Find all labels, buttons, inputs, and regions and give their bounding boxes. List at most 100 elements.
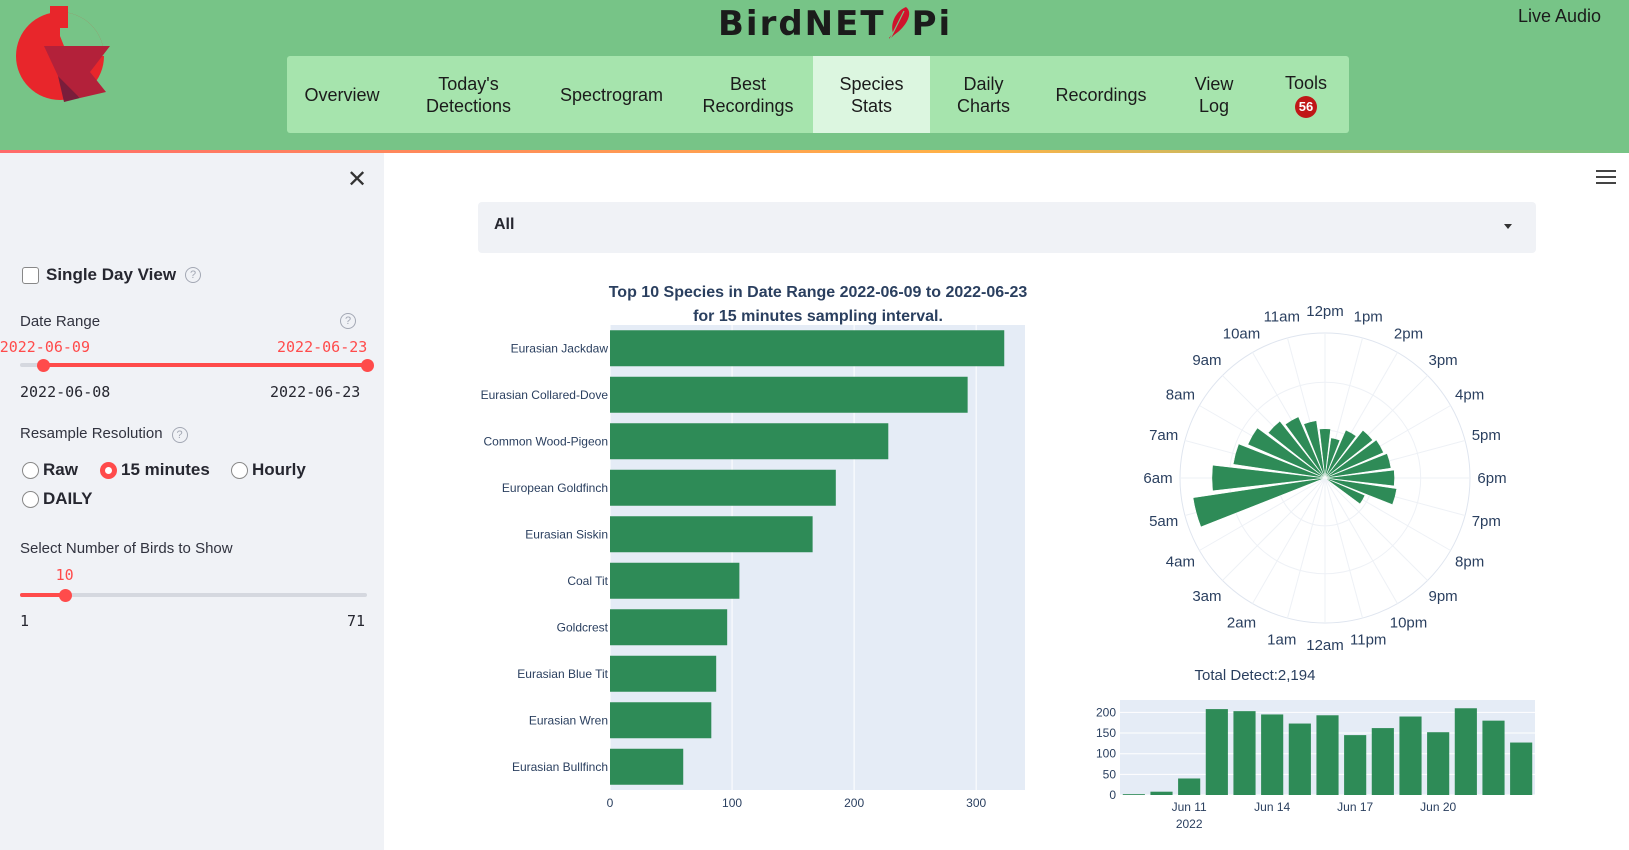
date-start-selected-text: 2022-06-09 xyxy=(0,338,90,356)
angular-label: 8am xyxy=(1166,387,1195,404)
radio-daily[interactable]: DAILY xyxy=(22,489,92,509)
app-title-left: BirdNET xyxy=(718,4,886,44)
bar xyxy=(1288,723,1311,795)
bar xyxy=(610,423,889,460)
birds-handle[interactable] xyxy=(58,589,72,602)
y-tick-label: Common Wood-Pigeon xyxy=(483,434,608,448)
daily-detections-chart: 0 50 100 150 200 Jun 11 Jun 14 Jun 17 Jun 20 2022 xyxy=(1096,700,1535,831)
bar xyxy=(610,516,813,553)
nav-label-text: Species Stats xyxy=(839,73,904,116)
radio-circle[interactable] xyxy=(22,461,39,479)
x-tick-label: 100 xyxy=(722,796,742,810)
main-nav: Overview Today's Detections Spectrogram Bes… xyxy=(287,56,1349,133)
birdnet-logo xyxy=(16,6,110,102)
nav-view-log[interactable]: View Log xyxy=(1165,56,1263,133)
radio-15-minutes[interactable]: 15 minutes xyxy=(100,460,210,480)
radio-circle-selected[interactable] xyxy=(100,461,117,479)
bar xyxy=(610,469,836,506)
date-end-handle[interactable] xyxy=(361,359,374,372)
app-title-right: Pi xyxy=(911,4,953,44)
angular-label: 6am xyxy=(1143,470,1172,487)
date-range-label: Date Range xyxy=(20,313,101,330)
nav-spectrogram[interactable]: Spectrogram xyxy=(540,56,683,133)
resample-help-icon[interactable]: ? xyxy=(171,427,188,443)
radio-circle[interactable] xyxy=(22,490,39,508)
single-day-view-label: Single Day View xyxy=(46,265,177,284)
checkbox-box[interactable] xyxy=(22,266,39,284)
bar xyxy=(1482,720,1505,795)
nav-label: Tools 56 xyxy=(1285,72,1327,118)
nav-today-s-detections[interactable]: Today's Detections xyxy=(397,56,540,133)
y-tick-label: 50 xyxy=(1103,767,1117,781)
single-day-view-checkbox[interactable]: Single Day View ? xyxy=(22,265,202,285)
nav-label-text: View Log xyxy=(1194,73,1234,116)
nav-label-text: Best Recordings xyxy=(702,73,794,116)
y-tick-label: Eurasian Wren xyxy=(529,713,608,727)
birds-track[interactable] xyxy=(20,593,367,597)
radio-hourly[interactable]: Hourly xyxy=(231,460,306,480)
angular-label: 6pm xyxy=(1477,470,1506,487)
help-icon[interactable]: ? xyxy=(185,267,202,283)
angular-label: 10pm xyxy=(1390,615,1428,632)
nav-best-recordings[interactable]: Best Recordings xyxy=(683,56,813,133)
bar xyxy=(1150,791,1173,795)
y-tick-label: 100 xyxy=(1096,747,1116,761)
bar xyxy=(610,702,712,739)
y-tick-label: 200 xyxy=(1096,705,1116,719)
date-range-help-icon[interactable]: ? xyxy=(340,313,356,329)
nav-recordings[interactable]: Recordings xyxy=(1037,56,1165,133)
feather-icon xyxy=(888,7,909,40)
birds-fill xyxy=(20,593,65,597)
angular-label: 2am xyxy=(1227,615,1256,632)
species-select[interactable]: All xyxy=(478,202,1536,253)
bar-chart-title-line1: Top 10 Species in Date Range 2022-06-09 … xyxy=(608,284,1028,301)
date-start-handle[interactable] xyxy=(37,359,51,372)
nav-label-text: Tools xyxy=(1284,72,1328,93)
x-tick-label: Jun 14 xyxy=(1254,800,1290,814)
angular-label: 7am xyxy=(1149,427,1178,444)
radio-circle[interactable] xyxy=(231,461,248,479)
y-tick-label: Eurasian Bullfinch xyxy=(512,760,608,774)
angular-label: 4pm xyxy=(1455,387,1484,404)
bar xyxy=(1122,794,1145,795)
angular-label: 10am xyxy=(1223,325,1261,342)
x-tick-label: 200 xyxy=(844,796,864,810)
angular-label: 9pm xyxy=(1428,588,1457,605)
radio-label: 15 minutes xyxy=(121,460,210,479)
x-tick-label: Jun 20 xyxy=(1420,800,1456,814)
bar xyxy=(1371,728,1394,795)
angular-label: 5pm xyxy=(1472,427,1501,444)
nav-label-text: Today's Detections xyxy=(425,73,512,116)
x-tick-label: Jun 17 xyxy=(1337,800,1373,814)
bar xyxy=(1261,714,1284,795)
y-tick-label: Eurasian Jackdaw xyxy=(511,341,609,355)
angular-label: 11pm xyxy=(1350,631,1386,648)
nav-label-text: Overview xyxy=(304,84,380,105)
date-max-label: 2022-06-23 xyxy=(270,383,361,401)
nav-label: View Log xyxy=(1180,73,1248,117)
angular-label: 11am xyxy=(1264,309,1300,326)
nav-tools[interactable]: Tools 56 xyxy=(1263,56,1349,133)
app-root: BirdNET Pi Live Audio Overview Today's Det… xyxy=(0,0,1629,850)
live-audio-link[interactable]: Live Audio xyxy=(1518,6,1601,27)
y-tick-label: Coal Tit xyxy=(567,574,608,588)
app-title[interactable]: BirdNET Pi xyxy=(718,4,952,44)
radio-label: DAILY xyxy=(43,489,93,508)
sidebar: ✕ Single Day View ? Date Range ? 2022-06… xyxy=(0,153,384,850)
bar xyxy=(1205,709,1228,795)
radio-raw[interactable]: Raw xyxy=(22,460,78,480)
header: BirdNET Pi Live Audio Overview Today's Det… xyxy=(0,0,1629,152)
nav-overview[interactable]: Overview xyxy=(287,56,397,133)
date-min-label: 2022-06-08 xyxy=(20,383,111,401)
nav-daily-charts[interactable]: Daily Charts xyxy=(930,56,1037,133)
resample-label: Resample Resolution? xyxy=(20,425,188,443)
hourly-polar-chart: 12am 1am 2am 3am 4am 5am 6am 7am 8am 9am10am11am 1… xyxy=(1143,303,1506,650)
close-sidebar-icon[interactable]: ✕ xyxy=(346,168,368,192)
y-tick-label: Eurasian Siskin xyxy=(525,527,608,541)
nav-label: Spectrogram xyxy=(560,84,663,106)
menu-icon[interactable] xyxy=(1596,170,1616,186)
nav-species-stats[interactable]: Species Stats xyxy=(813,56,930,133)
nav-label: Overview xyxy=(304,84,379,106)
nav-label: Species Stats xyxy=(828,73,915,117)
bar xyxy=(610,330,1005,367)
